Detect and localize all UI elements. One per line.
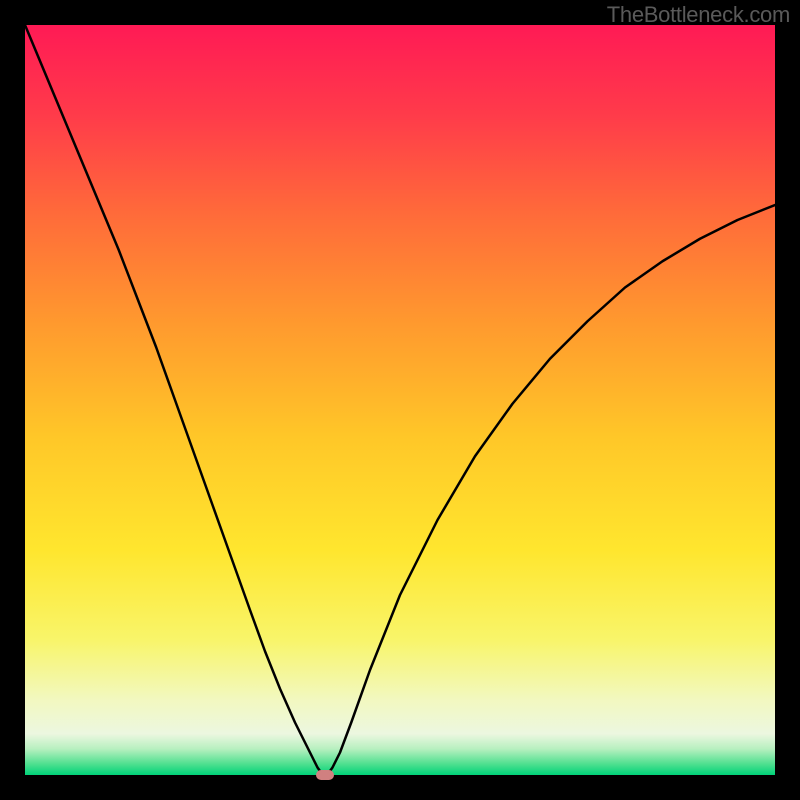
watermark-text: TheBottleneck.com	[607, 2, 790, 28]
optimum-marker	[316, 770, 334, 780]
bottleneck-curve	[25, 25, 775, 775]
plot-area	[25, 25, 775, 775]
